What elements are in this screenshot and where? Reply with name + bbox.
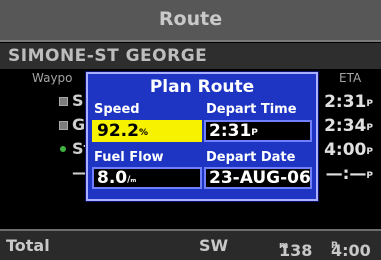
total-bar: Total SW 138 m 4:00 P [0, 229, 381, 260]
title-bar: Route [0, 0, 381, 42]
total-eta-unit: P [331, 241, 338, 251]
total-direction: SW [199, 236, 229, 255]
distance-unit: m [279, 241, 289, 251]
route-name-bar: SIMONE-ST GEORGE [0, 43, 381, 69]
route-name: SIMONE-ST GEORGE [8, 46, 208, 66]
eta-cell: 2:34P [324, 116, 373, 136]
eta-cell: 4:00P [324, 140, 373, 160]
page-title: Route [158, 8, 223, 30]
eta-value: 2:31 [324, 92, 367, 112]
eta-column-header: ETA [339, 71, 362, 85]
eta-cell: —:—P [326, 164, 373, 184]
waypoint-column-header: Waypo [32, 71, 73, 85]
depart-date-label: Depart Date [206, 150, 296, 165]
depart-time-unit: P [251, 128, 258, 138]
waypoint-square-icon [59, 97, 68, 106]
depart-date-field[interactable]: 23-AUG-06 [204, 167, 312, 189]
eta-unit: P [366, 147, 373, 157]
dialog-title: Plan Route [149, 77, 255, 97]
speed-value: 92.2 [97, 121, 139, 141]
gps-screen: Route SIMONE-ST GEORGE Waypo ETA SI 2:31… [0, 0, 381, 260]
fuel-flow-field[interactable]: 8.0/ₘ [92, 167, 202, 189]
depart-time-value: 2:31 [209, 121, 252, 141]
speed-field[interactable]: 92.2% [92, 120, 202, 142]
plan-route-dialog: Plan Route Speed 92.2% Depart Time 2:31P… [86, 72, 318, 201]
depart-time-label: Depart Time [206, 102, 297, 117]
waypoint-square-icon [59, 121, 68, 130]
eta-unit: P [366, 99, 373, 109]
eta-value: 4:00 [324, 140, 367, 160]
eta-value: 2:34 [324, 116, 367, 136]
speed-label: Speed [94, 102, 140, 117]
total-label: Total [6, 236, 50, 255]
eta-cell: 2:31P [324, 92, 373, 112]
fuel-flow-label: Fuel Flow [94, 150, 164, 165]
depart-time-field[interactable]: 2:31P [204, 120, 312, 142]
fuel-flow-value: 8.0 [97, 168, 128, 188]
speed-unit: % [138, 128, 148, 138]
eta-unit: P [366, 123, 373, 133]
eta-unit: P [366, 171, 373, 181]
waypoint-dot-icon [60, 146, 66, 152]
fuel-flow-unit: /ₘ [127, 175, 137, 185]
eta-value: —:— [325, 164, 367, 184]
